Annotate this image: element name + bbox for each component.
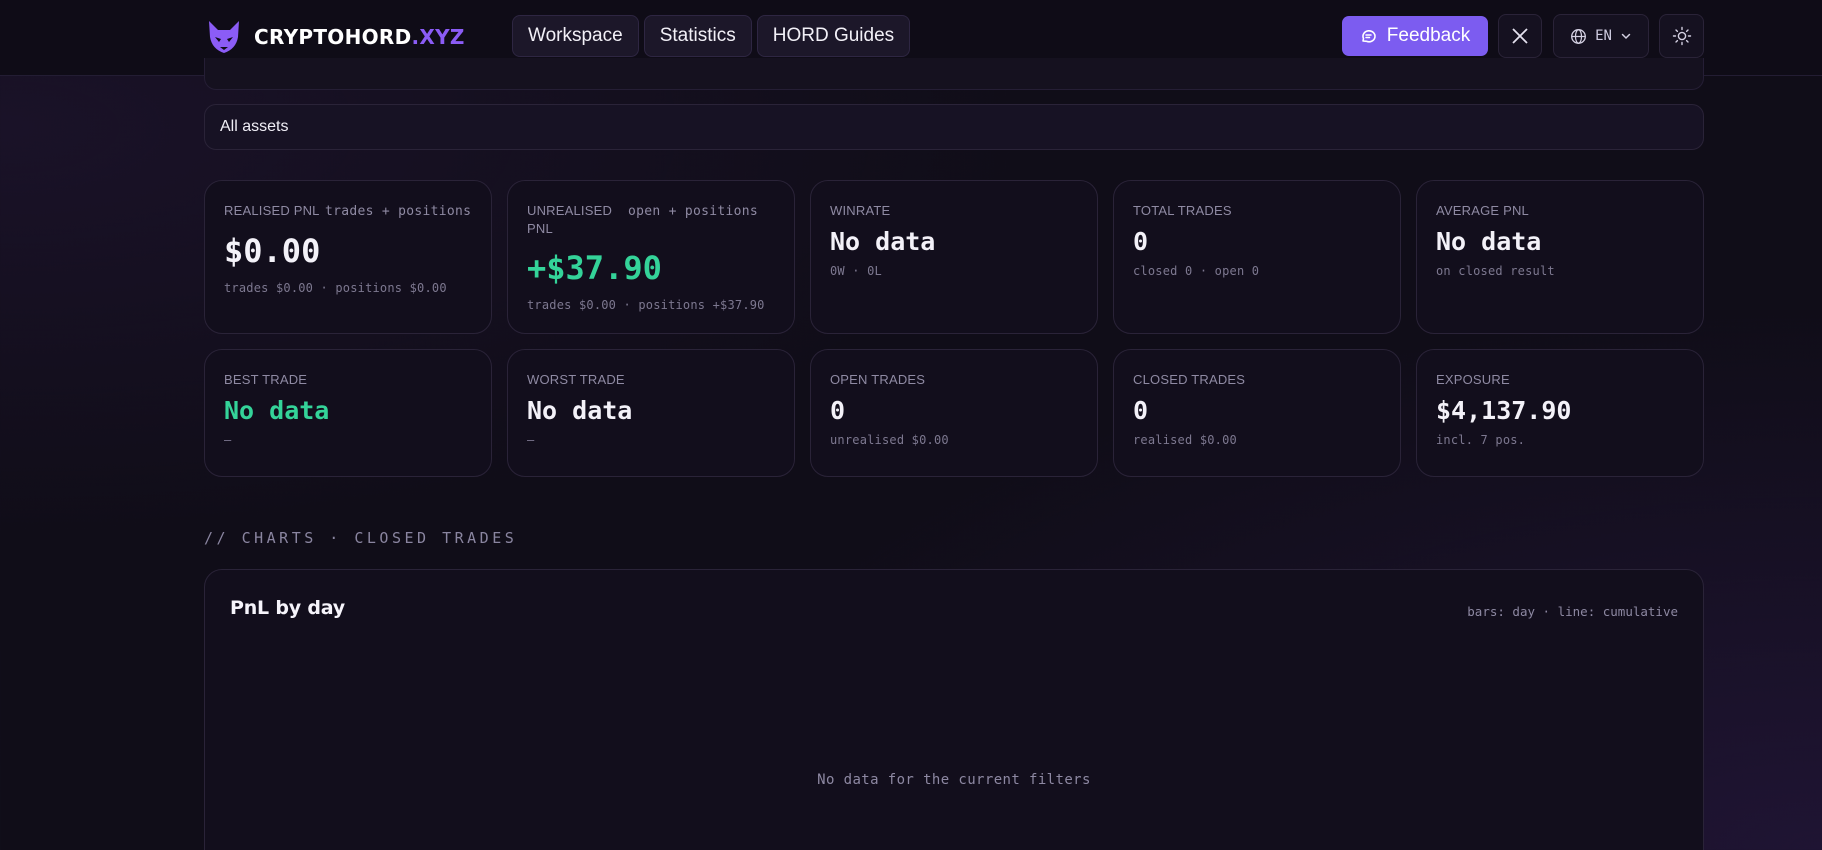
stat-note: closed 0 · open 0 [1133, 264, 1260, 278]
nav-workspace[interactable]: Workspace [512, 15, 639, 57]
stat-note: unrealised $0.00 [830, 433, 949, 447]
stat-label: OPEN TRADES [830, 372, 926, 387]
logo[interactable]: CRYPTOHORD.XYZ [206, 17, 465, 57]
stat-label: WORST TRADE [527, 372, 625, 387]
stat-card-worst-trade: WORST TRADE No data — [507, 349, 795, 477]
pnl-by-day-chart: PnL by day bars: day · line: cumulative … [204, 569, 1704, 850]
stat-value: No data [224, 396, 330, 425]
wolf-logo-icon [209, 21, 239, 53]
stat-card-best-trade: BEST TRADE No data — [204, 349, 492, 477]
stat-card-average-pnl: AVERAGE PNL No data on closed result [1416, 180, 1704, 334]
charts-section-title: // CHARTS · CLOSED TRADES [204, 529, 518, 547]
stat-note: trades $0.00 · positions +$37.90 [527, 298, 765, 312]
stat-value: 0 [1133, 227, 1149, 256]
feedback-label: Feedback [1386, 25, 1471, 46]
stat-label: REALISED PNL [224, 203, 320, 218]
stat-card-realised-pnl: REALISED PNL trades + positions $0.00 tr… [204, 180, 492, 334]
stat-value: +$37.90 [527, 249, 662, 287]
stat-card-unrealised-pnl: UNREALISED PNL open + positions +$37.90 … [507, 180, 795, 334]
nav-statistics[interactable]: Statistics [643, 15, 752, 57]
stat-note: — [527, 433, 535, 447]
stat-value: 0 [830, 396, 846, 425]
theme-toggle-button[interactable] [1659, 14, 1704, 58]
x-social-button[interactable] [1498, 14, 1542, 58]
language-selector[interactable]: EN [1553, 14, 1649, 58]
stat-label: UNREALISED PNL [527, 203, 613, 236]
chat-bubble-icon [1361, 29, 1376, 43]
stat-value: No data [1436, 227, 1542, 256]
main-nav: Workspace Statistics HORD Guides [512, 15, 911, 57]
stat-value: $0.00 [224, 232, 321, 270]
stat-label: TOTAL TRADES [1133, 203, 1232, 218]
stat-note: on closed result [1436, 264, 1555, 278]
asset-filter-label: All assets [220, 118, 289, 135]
stat-note: trades $0.00 · positions $0.00 [224, 281, 447, 295]
chart-legend: bars: day · line: cumulative [1467, 604, 1678, 619]
stat-card-exposure: EXPOSURE $4,137.90 incl. 7 pos. [1416, 349, 1704, 477]
stat-note: 0W · 0L [830, 264, 882, 278]
nav-hord-guides[interactable]: HORD Guides [756, 15, 911, 57]
stat-label: WINRATE [830, 203, 891, 218]
stat-value: No data [527, 396, 633, 425]
stat-note: — [224, 433, 232, 447]
chart-title: PnL by day [230, 597, 345, 619]
stat-sub-label: open + positions [628, 204, 759, 219]
feedback-button[interactable]: Feedback [1342, 16, 1488, 56]
stat-note: realised $0.00 [1133, 433, 1237, 447]
stat-value: $4,137.90 [1436, 396, 1572, 425]
stats-grid: REALISED PNL trades + positions $0.00 tr… [204, 180, 1704, 477]
stat-label: EXPOSURE [1436, 372, 1510, 387]
globe-icon [1571, 28, 1587, 44]
stat-card-total-trades: TOTAL TRADES 0 closed 0 · open 0 [1113, 180, 1401, 334]
chevron-down-icon [1621, 33, 1631, 40]
stat-note: incl. 7 pos. [1436, 433, 1526, 447]
filter-panel-collapsed[interactable] [204, 58, 1704, 90]
language-code: EN [1595, 28, 1612, 44]
stat-label: AVERAGE PNL [1436, 203, 1529, 218]
logo-text: CRYPTOHORD.XYZ [254, 25, 465, 49]
stat-card-closed-trades: CLOSED TRADES 0 realised $0.00 [1113, 349, 1401, 477]
stat-value: 0 [1133, 396, 1149, 425]
chart-empty-message: No data for the current filters [817, 772, 1091, 788]
stat-card-winrate: WINRATE No data 0W · 0L [810, 180, 1098, 334]
sun-icon [1672, 26, 1691, 46]
stat-sub-label: trades + positions [325, 204, 472, 219]
asset-filter[interactable]: All assets [204, 104, 1704, 150]
stat-card-open-trades: OPEN TRADES 0 unrealised $0.00 [810, 349, 1098, 477]
stat-label: CLOSED TRADES [1133, 372, 1246, 387]
stat-value: No data [830, 227, 936, 256]
x-logo-icon [1512, 28, 1528, 44]
stat-label: BEST TRADE [224, 372, 308, 387]
